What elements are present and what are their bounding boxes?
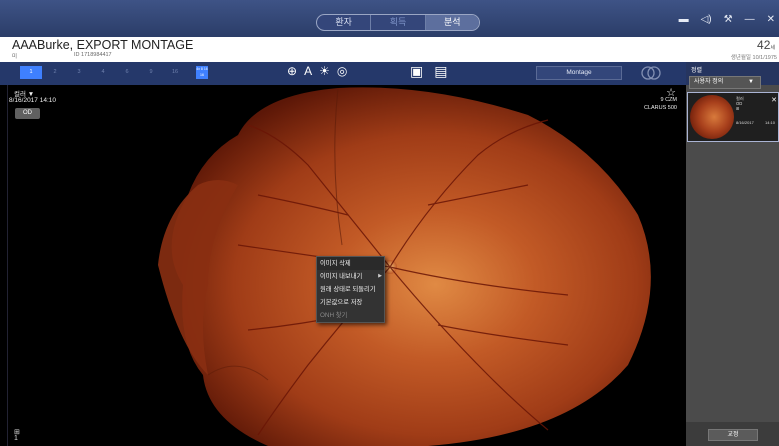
thumbnail-meta: 컬러 OD ⊞ — [736, 96, 744, 112]
image-toolbar: 1 2 3 4 6 9 16 4x 8 16 16 ⊕ A ☀ ◎ ▣ ▤ Mo… — [0, 62, 686, 85]
context-menu: 이미지 삭제 이미지 내보내기 ▶ 원래 상태로 되돌리기 기본값으로 저장 ON… — [316, 256, 385, 323]
mode-tabs: 환자 획득 분석 — [316, 14, 480, 31]
patient-id: ID 1718984417 — [74, 52, 112, 58]
montage-button[interactable]: Montage — [536, 66, 622, 80]
correct-button[interactable]: 교정 — [708, 429, 758, 441]
sort-select[interactable]: 사용자 정의 ▼ — [689, 76, 761, 89]
sort-title: 정렬 — [691, 68, 703, 74]
menu-delete-label: 이미지 삭제 — [320, 260, 351, 267]
annotate-icon[interactable]: A — [304, 64, 312, 78]
layout-custom-button[interactable]: 4x 8 16 16 — [196, 66, 208, 79]
tab-analyze[interactable]: 분석 — [425, 15, 479, 30]
layout-6-button[interactable]: 6 — [116, 66, 138, 79]
menu-save-default-label: 기본값으로 저장 — [320, 299, 363, 306]
image-thumbnail-card[interactable]: 컬러 OD ⊞ 8/16/2017 14:10 ✕ — [687, 92, 779, 142]
compare-icon[interactable] — [640, 64, 662, 82]
thumbnail-time: 14:10 — [765, 120, 776, 125]
device-line-2: CLARUS 500 — [643, 105, 677, 111]
patient-age: 42세 — [757, 38, 775, 52]
window-controls: ▬ ◁) ⚒ — ✕ — [679, 14, 775, 25]
layout-1-button[interactable]: 1 — [20, 66, 42, 79]
menu-delete-image[interactable]: 이미지 삭제 — [317, 257, 384, 270]
menu-export-label: 이미지 내보내기 — [320, 273, 363, 280]
patient-dob: 생년월일 10/1/1975 — [730, 55, 777, 61]
speaker-icon[interactable]: ◁) — [701, 14, 712, 25]
patient-name: AAABurke, EXPORT MONTAGE — [12, 38, 194, 52]
menu-find-onh-label: ONH 찾기 — [320, 312, 348, 319]
submenu-arrow-icon: ▶ — [378, 273, 382, 279]
menu-find-onh: ONH 찾기 — [317, 309, 384, 322]
minimize-icon[interactable]: — — [745, 14, 755, 25]
menu-export-image[interactable]: 이미지 내보내기 ▶ — [317, 270, 384, 283]
layout-3-button[interactable]: 3 — [68, 66, 90, 79]
app-window: 환자 획득 분석 ▬ ◁) ⚒ — ✕ AAABurke, EXPORT MON… — [0, 0, 779, 446]
report-icon[interactable]: ▤ — [434, 63, 447, 80]
right-panel-footer: 교정 — [686, 422, 779, 446]
thumbnail-close-icon[interactable]: ✕ — [771, 96, 777, 104]
tab-patient[interactable]: 환자 — [317, 15, 372, 30]
monitor-icon[interactable]: ▬ — [679, 14, 689, 25]
image-date: 8/16/2017 14:10 — [9, 97, 56, 104]
layout-16-button[interactable]: 16 — [164, 66, 186, 79]
onh-icon[interactable]: ◎ — [337, 64, 347, 78]
zoom-icon[interactable]: ⊕ — [287, 64, 297, 78]
save-icon[interactable]: ▣ — [410, 63, 423, 80]
menu-revert-original[interactable]: 원래 상태로 되돌리기 — [317, 283, 384, 296]
right-panel: 정렬 사용자 정의 ▼ 컬러 OD ⊞ 8/16/2017 14:10 ✕ 교정 — [686, 62, 779, 446]
layout-9-button[interactable]: 9 — [140, 66, 162, 79]
thumbnail-date: 8/16/2017 — [736, 120, 754, 125]
age-unit: 세 — [770, 45, 775, 51]
patient-id-label: 미 — [12, 54, 18, 60]
patient-header: AAABurke, EXPORT MONTAGE 미 ID 1718984417… — [0, 37, 779, 62]
wrench-icon[interactable]: ⚒ — [724, 14, 733, 25]
brightness-icon[interactable]: ☀ — [319, 64, 330, 78]
thumbnail-image — [690, 95, 734, 139]
caret-down-icon: ▼ — [748, 79, 754, 85]
top-bar: 환자 획득 분석 ▬ ◁) ⚒ — ✕ — [0, 0, 779, 37]
thumbnail-grid-icon: ⊞ — [736, 106, 740, 112]
device-line-1: 9 CZM — [660, 97, 678, 103]
age-value: 42 — [757, 38, 771, 52]
menu-save-default[interactable]: 기본값으로 저장 — [317, 296, 384, 309]
layout-2-button[interactable]: 2 — [44, 66, 66, 79]
image-tools: ⊕ A ☀ ◎ — [287, 64, 347, 78]
sort-select-value: 사용자 정의 — [694, 79, 724, 85]
close-icon[interactable]: ✕ — [767, 14, 775, 25]
eye-od-button[interactable]: OD — [15, 108, 40, 119]
layout-4-button[interactable]: 4 — [92, 66, 114, 79]
menu-revert-label: 원래 상태로 되돌리기 — [320, 286, 376, 293]
grid-icon[interactable]: ⊞ 1 — [14, 429, 20, 442]
layout-buttons: 1 2 3 4 6 9 16 4x 8 16 16 — [20, 66, 208, 79]
save-tools: ▣ ▤ — [410, 63, 447, 80]
tab-acquire[interactable]: 획득 — [371, 15, 426, 30]
